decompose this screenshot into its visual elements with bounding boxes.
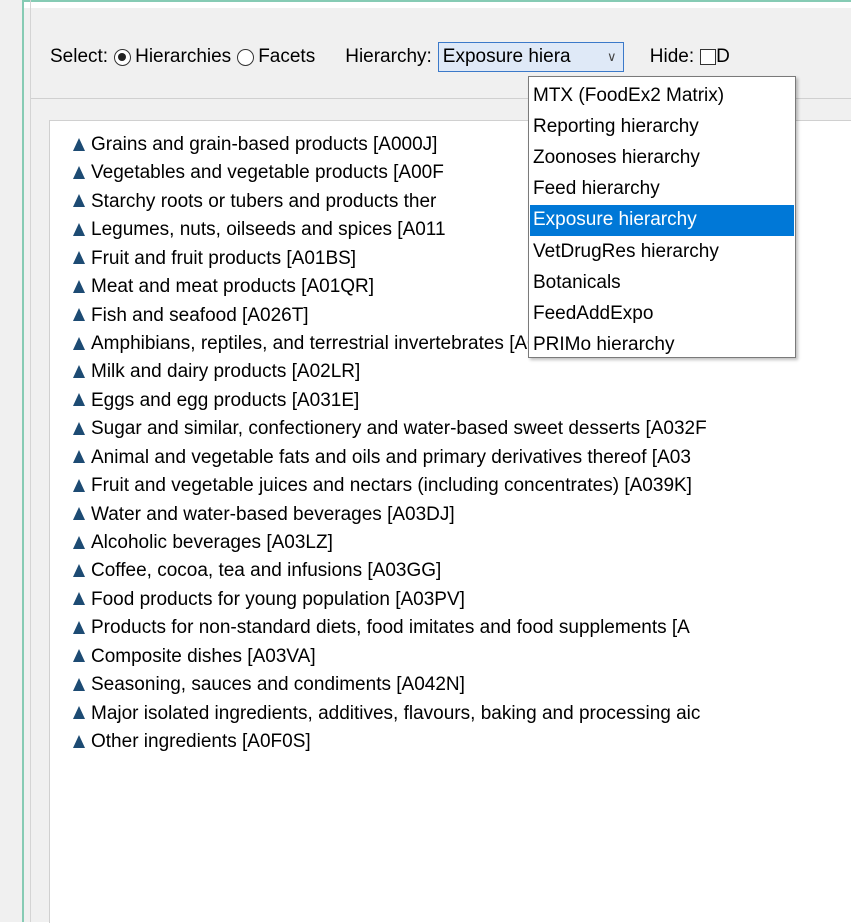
- expand-triangle-icon[interactable]: [73, 308, 85, 322]
- expand-triangle-icon[interactable]: [73, 137, 85, 151]
- tree-item[interactable]: Coffee, cocoa, tea and infusions [A03GG]: [73, 558, 441, 584]
- dropdown-option[interactable]: Exposure hierarchy: [530, 205, 794, 237]
- tree-item[interactable]: Sugar and similar, confectionery and wat…: [73, 416, 707, 442]
- tree-item[interactable]: Milk and dairy products [A02LR]: [73, 359, 360, 385]
- tree-item-label: Alcoholic beverages [A03LZ]: [91, 532, 333, 554]
- expand-triangle-icon[interactable]: [73, 507, 85, 521]
- tree-item[interactable]: Eggs and egg products [A031E]: [73, 388, 359, 414]
- expand-triangle-icon[interactable]: [73, 706, 85, 720]
- expand-triangle-icon[interactable]: [73, 336, 85, 350]
- tree-item-label: Composite dishes [A03VA]: [91, 645, 316, 667]
- hide-checkbox[interactable]: [700, 49, 717, 65]
- expand-triangle-icon[interactable]: [73, 649, 85, 663]
- expand-triangle-icon[interactable]: [73, 165, 85, 179]
- top-strip: [24, 2, 851, 8]
- dropdown-option[interactable]: Reporting hierarchy: [530, 112, 794, 143]
- tree-item[interactable]: Composite dishes [A03VA]: [73, 644, 316, 670]
- hierarchy-dropdown-list: MTX (FoodEx2 Matrix) Reporting hierarchy Z…: [528, 76, 796, 358]
- tree-item-label: Products for non-standard diets, food im…: [91, 617, 690, 639]
- tree-item[interactable]: Food products for young population [A03P…: [73, 587, 465, 613]
- tree-item-label: Milk and dairy products [A02LR]: [91, 361, 361, 383]
- tree-item[interactable]: Animal and vegetable fats and oils and p…: [73, 445, 691, 471]
- tree-item-label: Meat and meat products [A01QR]: [91, 276, 375, 298]
- tree-item-label: Major isolated ingredients, additives, f…: [91, 702, 701, 724]
- hierarchies-radio-label[interactable]: Hierarchies: [135, 46, 231, 68]
- hierarchies-radio[interactable]: [114, 48, 132, 66]
- tree-item-label: Vegetables and vegetable products [A00F: [91, 162, 444, 184]
- dropdown-option[interactable]: Feed hierarchy: [530, 174, 794, 205]
- tree-item-label: Water and water-based beverages [A03DJ]: [91, 503, 455, 525]
- tree-item[interactable]: Other ingredients [A0F0S]: [73, 729, 311, 755]
- expand-triangle-icon[interactable]: [73, 478, 85, 492]
- select-label: Select:: [50, 46, 109, 67]
- window-frame: Select: Hierarchies Facets Hierarchy: Ex…: [0, 0, 851, 923]
- tree-item-label: Fish and seafood [A026T]: [91, 304, 309, 326]
- toolbar-row: Select: Hierarchies Facets Hierarchy: Ex…: [50, 42, 730, 72]
- tree-item-label: Amphibians, reptiles, and terrestrial in…: [91, 333, 579, 354]
- tree-item-label: Coffee, cocoa, tea and infusions [A03GG]: [91, 560, 442, 582]
- tree-item[interactable]: Starchy roots or tubers and products the…: [73, 189, 436, 215]
- tree-item[interactable]: Fruit and fruit products [A01BS]: [73, 246, 356, 272]
- expand-triangle-icon[interactable]: [73, 677, 85, 691]
- expand-triangle-icon[interactable]: [73, 364, 85, 378]
- hierarchy-label: Hierarchy:: [345, 46, 432, 67]
- frame-inner-divider: [30, 0, 31, 922]
- tree-item-label: Starchy roots or tubers and products the…: [91, 190, 437, 212]
- tree-item-label: Food products for young population [A03P…: [91, 588, 465, 610]
- tree-item-label: Fruit and fruit products [A01BS]: [91, 247, 357, 269]
- hierarchy-select-value: Exposure hiera: [442, 46, 571, 67]
- tree-item[interactable]: Products for non-standard diets, food im…: [73, 615, 690, 641]
- tree-item[interactable]: Amphibians, reptiles, and terrestrial in…: [73, 331, 579, 357]
- tree-item-label: Legumes, nuts, oilseeds and spices [A011: [91, 219, 446, 241]
- expand-triangle-icon[interactable]: [73, 734, 85, 748]
- tree-item[interactable]: Major isolated ingredients, additives, f…: [73, 701, 700, 727]
- tree-item-label: Grains and grain-based products [A000J]: [91, 134, 438, 155]
- expand-triangle-icon[interactable]: [73, 421, 85, 435]
- expand-triangle-icon[interactable]: [73, 194, 85, 208]
- tree-item-label: Other ingredients [A0F0S]: [91, 731, 311, 753]
- expand-triangle-icon[interactable]: [73, 563, 85, 577]
- tree-item-label: Animal and vegetable fats and oils and p…: [91, 446, 691, 468]
- dropdown-option[interactable]: VetDrugRes hierarchy: [530, 237, 794, 268]
- dropdown-option[interactable]: MTX (FoodEx2 Matrix): [530, 81, 794, 112]
- expand-triangle-icon[interactable]: [73, 450, 85, 464]
- expand-triangle-icon[interactable]: [73, 535, 85, 549]
- hide-option-label[interactable]: D: [716, 46, 730, 68]
- tree-item-label: Fruit and vegetable juices and nectars (…: [91, 475, 692, 497]
- facets-radio[interactable]: [237, 48, 255, 66]
- tree-item[interactable]: Fish and seafood [A026T]: [73, 303, 309, 329]
- tree-item[interactable]: Water and water-based beverages [A03DJ]: [73, 502, 455, 528]
- facets-radio-label[interactable]: Facets: [258, 46, 315, 68]
- hide-label: Hide:: [649, 46, 695, 67]
- expand-triangle-icon[interactable]: [73, 393, 85, 407]
- chevron-down-icon[interactable]: ∨: [601, 49, 623, 65]
- tree-item[interactable]: Vegetables and vegetable products [A00F: [73, 160, 444, 186]
- dropdown-option[interactable]: PRIMo hierarchy: [530, 330, 794, 361]
- tree-item[interactable]: Legumes, nuts, oilseeds and spices [A011: [73, 217, 446, 243]
- frame-border-left: [22, 0, 24, 922]
- tree-item[interactable]: Meat and meat products [A01QR]: [73, 274, 374, 300]
- expand-triangle-icon[interactable]: [73, 251, 85, 265]
- tree-item-label: Sugar and similar, confectionery and wat…: [91, 418, 707, 440]
- expand-triangle-icon[interactable]: [73, 592, 85, 606]
- tree-item[interactable]: Grains and grain-based products [A000J]: [73, 132, 437, 158]
- expand-triangle-icon[interactable]: [73, 620, 85, 634]
- tree-item-label: Eggs and egg products [A031E]: [91, 389, 360, 411]
- dropdown-option[interactable]: Botanicals: [530, 268, 794, 299]
- tree-item[interactable]: Alcoholic beverages [A03LZ]: [73, 530, 333, 556]
- expand-triangle-icon[interactable]: [73, 279, 85, 293]
- tree-item[interactable]: Fruit and vegetable juices and nectars (…: [73, 473, 692, 499]
- tree-item[interactable]: Seasoning, sauces and condiments [A042N]: [73, 672, 465, 698]
- hierarchy-select[interactable]: Exposure hiera ∨: [437, 42, 624, 72]
- dropdown-option[interactable]: FeedAddExpo: [530, 299, 794, 330]
- expand-triangle-icon[interactable]: [73, 222, 85, 236]
- tree-item-label: Seasoning, sauces and condiments [A042N]: [91, 674, 465, 696]
- dropdown-option[interactable]: Zoonoses hierarchy: [530, 143, 794, 174]
